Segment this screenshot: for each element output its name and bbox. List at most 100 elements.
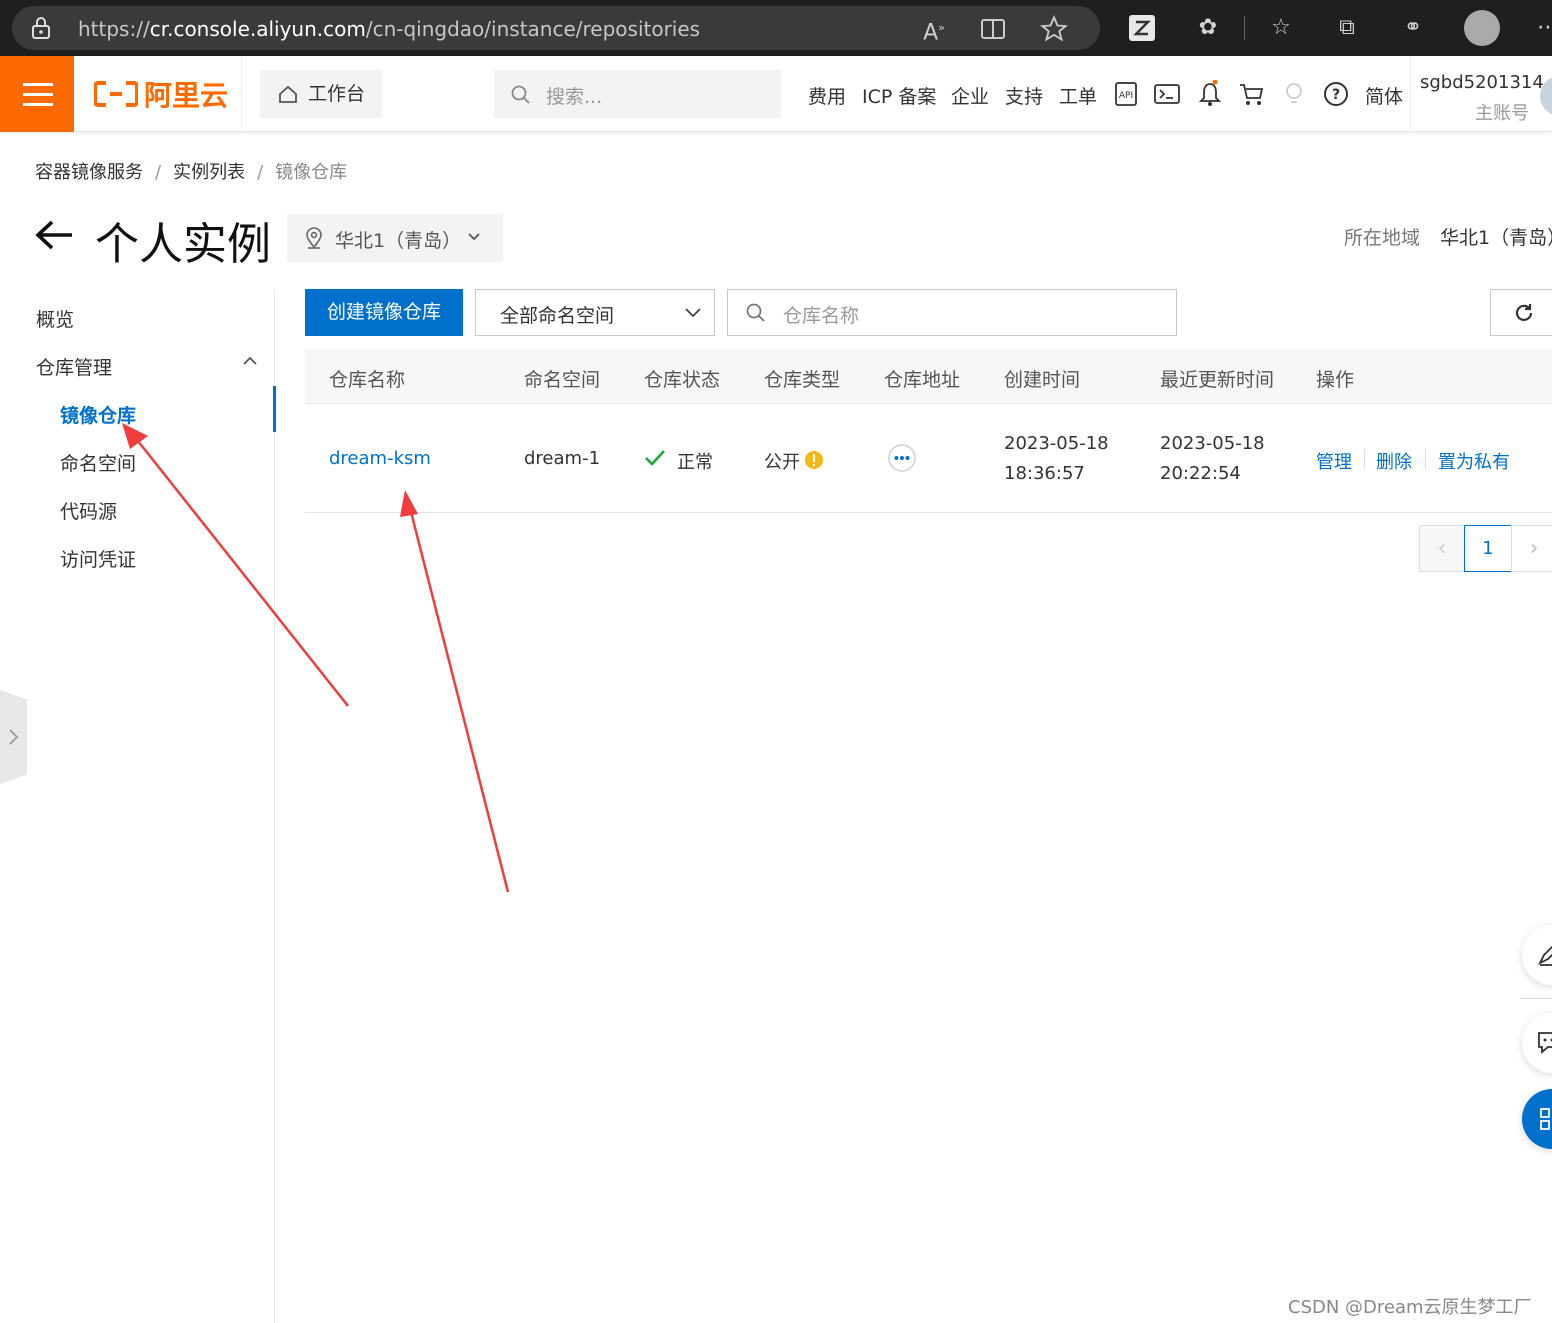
search-placeholder: 搜索... — [546, 86, 603, 108]
manage-link[interactable]: 管理 — [1316, 448, 1352, 474]
nav-link-icp[interactable]: ICP 备案 — [862, 82, 936, 109]
sidebar-item-code-source[interactable]: 代码源 — [60, 497, 117, 524]
sidebar-group-repo-management[interactable]: 仓库管理 — [36, 353, 112, 380]
float-divider — [1520, 998, 1552, 999]
user-name[interactable]: sgbd5201314 — [1420, 72, 1544, 93]
repo-namespace: dream-1 — [524, 448, 601, 469]
favorites-list-icon[interactable]: ☆ — [1265, 12, 1297, 44]
browser-essentials-icon[interactable]: ⚭ — [1397, 12, 1429, 44]
repo-search-placeholder: 仓库名称 — [783, 305, 860, 327]
nav-link-support[interactable]: 支持 — [1005, 82, 1043, 109]
more-address-icon[interactable] — [887, 443, 917, 473]
col-address: 仓库地址 — [884, 369, 961, 391]
address-bar[interactable]: https://cr.console.aliyun.com/cn-qingdao… — [12, 6, 1100, 50]
repo-type: 公开 — [764, 452, 800, 473]
sidebar-item-credentials[interactable]: 访问凭证 — [60, 545, 136, 572]
chat-icon — [1538, 1032, 1552, 1054]
location-pin-icon — [306, 227, 322, 249]
search-icon — [511, 85, 530, 104]
toolbar-divider — [1244, 16, 1245, 40]
workbench-button[interactable]: 工作台 — [260, 70, 382, 118]
url-scheme: https:// — [78, 17, 150, 41]
table-row: dream-ksm dream-1 正常 公开 2023-05-18 18:36… — [305, 404, 1552, 513]
language-switch[interactable]: 简体 — [1365, 82, 1403, 109]
favorite-star-icon[interactable] — [1040, 15, 1068, 43]
cart-icon[interactable] — [1238, 80, 1266, 108]
sidebar-item-namespaces[interactable]: 命名空间 — [60, 449, 136, 476]
user-role: 主账号 — [1475, 103, 1529, 124]
lightbulb-icon[interactable] — [1280, 80, 1308, 108]
pagination-page-button[interactable]: 1 — [1464, 525, 1512, 572]
hamburger-menu-button[interactable] — [0, 56, 74, 132]
warning-info-icon[interactable] — [804, 450, 824, 470]
refresh-button[interactable] — [1490, 289, 1552, 336]
col-namespace: 命名空间 — [524, 369, 601, 391]
workbench-label: 工作台 — [308, 83, 366, 105]
back-arrow-icon[interactable] — [34, 218, 74, 252]
chat-support-button[interactable] — [1522, 1013, 1552, 1073]
help-icon[interactable]: ? — [1322, 80, 1350, 108]
feedback-edit-button[interactable] — [1522, 925, 1552, 985]
api-icon[interactable]: API — [1112, 80, 1140, 108]
home-icon — [279, 85, 297, 103]
global-search-input[interactable]: 搜索... — [494, 70, 781, 118]
grid-icon — [1540, 1108, 1550, 1130]
apps-grid-button[interactable] — [1522, 1089, 1552, 1149]
extension-z-icon[interactable] — [1128, 14, 1156, 42]
col-updated: 最近更新时间 — [1160, 369, 1275, 391]
breadcrumb: 容器镜像服务 / 实例列表 / 镜像仓库 — [35, 162, 348, 183]
url-path: /cn-qingdao/instance/repositories — [365, 17, 701, 41]
region-label: 所在地域 — [1344, 227, 1421, 249]
breadcrumb-item-current: 镜像仓库 — [275, 162, 348, 183]
browser-toolbar: https://cr.console.aliyun.com/cn-qingdao… — [0, 0, 1552, 56]
region-select[interactable]: 华北1（青岛） — [287, 214, 503, 262]
col-actions: 操作 — [1316, 369, 1355, 391]
repo-name-link[interactable]: dream-ksm — [329, 448, 431, 469]
breadcrumb-item-cr[interactable]: 容器镜像服务 — [35, 162, 143, 183]
collections-icon[interactable]: ⧉ — [1331, 12, 1363, 44]
action-divider — [1364, 449, 1365, 469]
created-date: 2023-05-18 — [1004, 433, 1109, 454]
nav-link-fees[interactable]: 费用 — [808, 82, 846, 109]
updated-date: 2023-05-18 — [1160, 433, 1265, 454]
aliyun-logo-icon — [94, 81, 138, 107]
watermark: CSDN @Dream云原生梦工厂 — [1288, 1297, 1532, 1318]
sidebar-item-image-repos[interactable]: 镜像仓库 — [60, 401, 136, 428]
split-screen-icon[interactable] — [980, 18, 1006, 40]
delete-link[interactable]: 删除 — [1376, 448, 1412, 474]
namespace-select-value: 全部命名空间 — [500, 305, 615, 327]
nav-divider — [241, 56, 242, 132]
nav-link-ticket[interactable]: 工单 — [1059, 82, 1097, 109]
notification-bell-icon[interactable] — [1196, 80, 1224, 108]
chevron-up-icon[interactable] — [242, 355, 258, 367]
table-header: 仓库名称 命名空间 仓库状态 仓库类型 仓库地址 创建时间 最近更新时间 操作 — [305, 349, 1552, 404]
extensions-puzzle-icon[interactable]: ✿ — [1192, 12, 1224, 44]
pagination-next-button[interactable]: › — [1511, 525, 1552, 572]
region-select-value: 华北1（青岛） — [335, 230, 462, 252]
chevron-down-icon — [685, 308, 701, 318]
svg-text:?: ? — [1332, 87, 1340, 103]
chevron-right-icon — [9, 729, 19, 745]
aliyun-logo[interactable]: 阿里云 — [94, 74, 228, 114]
sidebar-active-indicator — [273, 386, 276, 432]
namespace-select[interactable]: 全部命名空间 — [475, 289, 715, 336]
make-private-link[interactable]: 置为私有 — [1438, 448, 1510, 474]
search-icon — [746, 303, 765, 322]
svg-text:API: API — [1119, 91, 1133, 101]
profile-avatar-icon[interactable] — [1464, 10, 1500, 46]
nav-link-enterprise[interactable]: 企业 — [951, 82, 989, 109]
created-time: 18:36:57 — [1004, 463, 1085, 484]
sidebar-expand-tab[interactable] — [0, 690, 27, 784]
more-menu-icon[interactable]: ⋯ — [1532, 12, 1552, 44]
create-repo-button[interactable]: 创建镜像仓库 — [305, 289, 463, 336]
lock-icon[interactable] — [30, 16, 52, 40]
user-divider — [1410, 56, 1411, 132]
terminal-icon[interactable] — [1153, 80, 1181, 108]
page-title: 个人实例 — [95, 219, 271, 270]
sidebar-item-overview[interactable]: 概览 — [36, 305, 74, 332]
read-aloud-icon[interactable]: A» — [918, 12, 950, 45]
pagination-prev-button[interactable]: ‹ — [1419, 525, 1465, 572]
console-top-nav: 阿里云 工作台 搜索... 费用 ICP 备案 企业 支持 工单 API ? 简… — [0, 56, 1552, 132]
breadcrumb-item-instances[interactable]: 实例列表 — [173, 162, 245, 183]
repo-name-search-input[interactable]: 仓库名称 — [727, 289, 1177, 336]
